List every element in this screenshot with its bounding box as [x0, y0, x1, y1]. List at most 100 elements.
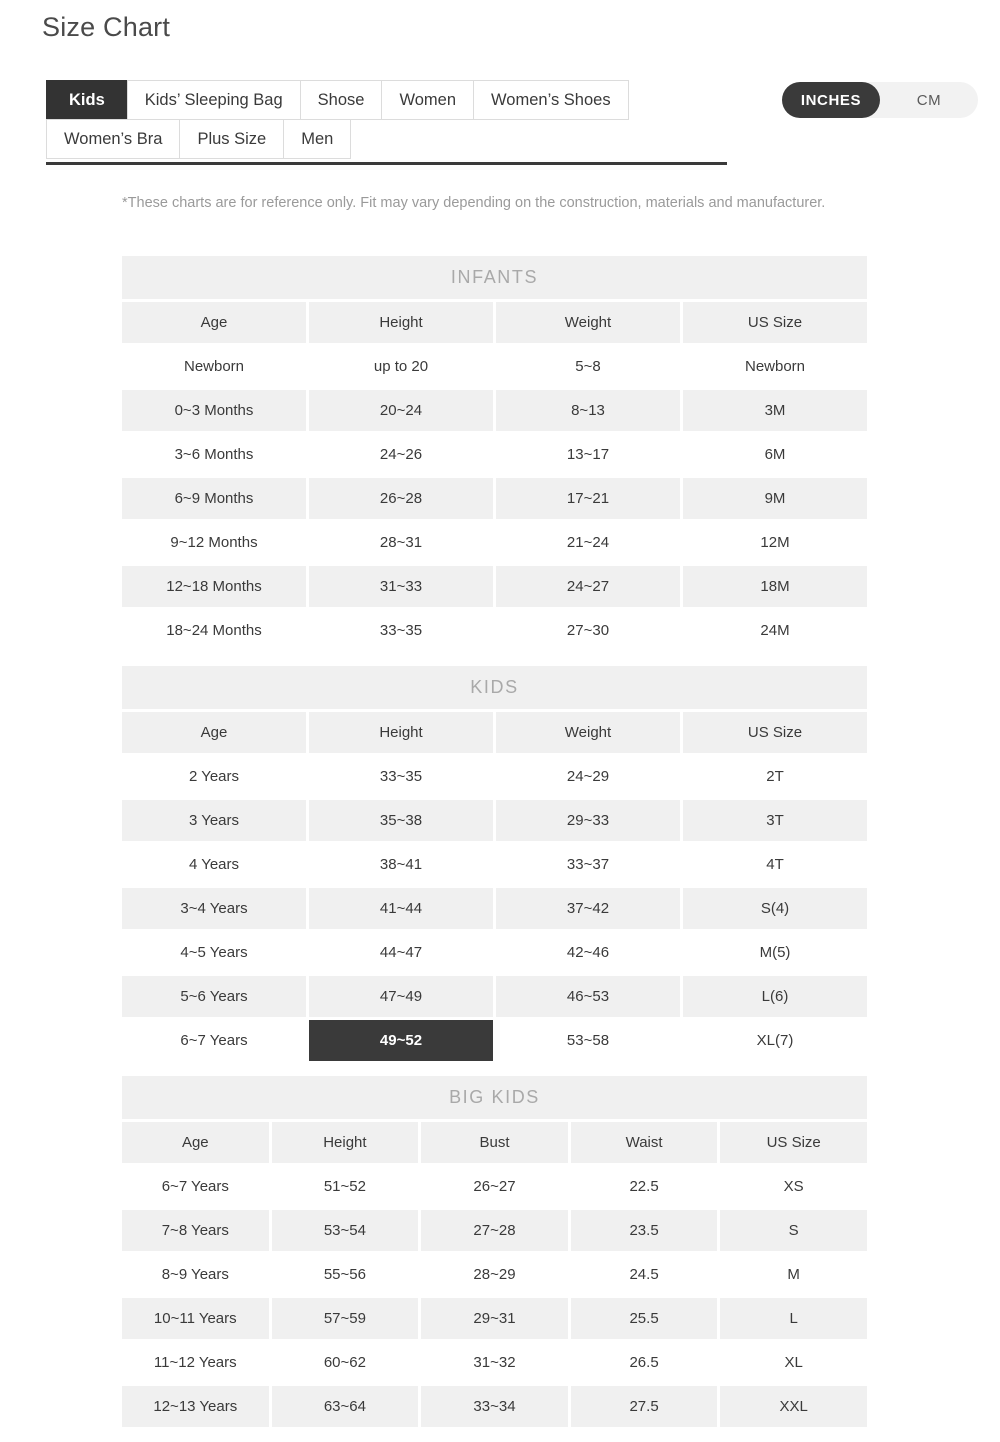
table-cell[interactable]: 33~35 [309, 756, 493, 797]
tab-kids[interactable]: Kids [46, 80, 128, 120]
tab-shose[interactable]: Shose [300, 80, 383, 120]
table-cell[interactable]: 9M [683, 478, 867, 519]
table-cell[interactable]: 17~21 [496, 478, 680, 519]
tab-plus-size[interactable]: Plus Size [179, 119, 284, 159]
table-cell[interactable]: 4 Years [122, 844, 306, 885]
section-title: KIDS [122, 666, 867, 709]
table-cell[interactable]: 24~29 [496, 756, 680, 797]
table-cell[interactable]: XL [720, 1342, 867, 1383]
table-cell[interactable]: XXL [720, 1386, 867, 1427]
table-cell[interactable]: 38~41 [309, 844, 493, 885]
table-cell[interactable]: 5~6 Years [122, 976, 306, 1017]
table-cell[interactable]: 53~58 [496, 1020, 680, 1061]
table-cell[interactable]: 33~34 [421, 1386, 568, 1427]
table-cell[interactable]: 10~11 Years [122, 1298, 269, 1339]
table-cell[interactable]: L(6) [683, 976, 867, 1017]
table-cell[interactable]: 29~33 [496, 800, 680, 841]
table-cell[interactable]: 11~12 Years [122, 1342, 269, 1383]
table-cell[interactable]: 8~13 [496, 390, 680, 431]
tab-women-s-shoes[interactable]: Women’s Shoes [473, 80, 629, 120]
table-cell[interactable]: 24M [683, 610, 867, 651]
table-cell[interactable]: XS [720, 1166, 867, 1207]
table-cell[interactable]: 42~46 [496, 932, 680, 973]
table-cell[interactable]: 29~31 [421, 1298, 568, 1339]
table-cell[interactable]: 24.5 [571, 1254, 718, 1295]
table-cell[interactable]: 2T [683, 756, 867, 797]
unit-option-cm[interactable]: CM [880, 82, 978, 118]
table-cell[interactable]: 22.5 [571, 1166, 718, 1207]
table-cell[interactable]: S [720, 1210, 867, 1251]
table-cell[interactable]: 3M [683, 390, 867, 431]
table-cell[interactable]: 24~27 [496, 566, 680, 607]
table-cell[interactable]: 51~52 [272, 1166, 419, 1207]
table-cell[interactable]: 6~9 Months [122, 478, 306, 519]
table-cell[interactable]: 41~44 [309, 888, 493, 929]
table-cell[interactable]: 20~24 [309, 390, 493, 431]
table-cell[interactable]: 12~18 Months [122, 566, 306, 607]
table-cell[interactable]: 12M [683, 522, 867, 563]
selected-cell[interactable]: 49~52 [309, 1020, 493, 1061]
table-cell[interactable]: 35~38 [309, 800, 493, 841]
table-cell[interactable]: 31~33 [309, 566, 493, 607]
table-cell[interactable]: 18M [683, 566, 867, 607]
table-cell[interactable]: 23.5 [571, 1210, 718, 1251]
table-cell[interactable]: 18~24 Months [122, 610, 306, 651]
table-cell[interactable]: Newborn [683, 346, 867, 387]
tab-women-s-bra[interactable]: Women’s Bra [46, 119, 180, 159]
table-cell[interactable]: 26~27 [421, 1166, 568, 1207]
table-cell[interactable]: 8~9 Years [122, 1254, 269, 1295]
table-cell[interactable]: 24~26 [309, 434, 493, 475]
table-cell[interactable]: 9~12 Months [122, 522, 306, 563]
table-cell[interactable]: 44~47 [309, 932, 493, 973]
tab-women[interactable]: Women [381, 80, 474, 120]
table-cell[interactable]: 60~62 [272, 1342, 419, 1383]
table-cell[interactable]: 3~6 Months [122, 434, 306, 475]
table-cell[interactable]: 57~59 [272, 1298, 419, 1339]
table-cell[interactable]: 5~8 [496, 346, 680, 387]
column-header: Age [122, 302, 306, 343]
table-cell[interactable]: up to 20 [309, 346, 493, 387]
tab-kids-sleeping-bag[interactable]: Kids’ Sleeping Bag [127, 80, 301, 120]
table-cell[interactable]: 12~13 Years [122, 1386, 269, 1427]
table-cell[interactable]: 26~28 [309, 478, 493, 519]
table-cell[interactable]: 28~31 [309, 522, 493, 563]
table-cell[interactable]: 27~28 [421, 1210, 568, 1251]
table-cell[interactable]: 3 Years [122, 800, 306, 841]
table-cell[interactable]: 6~7 Years [122, 1020, 306, 1061]
table-cell[interactable]: 27.5 [571, 1386, 718, 1427]
table-cell[interactable]: 47~49 [309, 976, 493, 1017]
table-cell[interactable]: 7~8 Years [122, 1210, 269, 1251]
table-cell[interactable]: 6M [683, 434, 867, 475]
table-cell[interactable]: 13~17 [496, 434, 680, 475]
table-cell[interactable]: 25.5 [571, 1298, 718, 1339]
table-cell[interactable]: 2 Years [122, 756, 306, 797]
table-cell[interactable]: 0~3 Months [122, 390, 306, 431]
table-cell[interactable]: 3~4 Years [122, 888, 306, 929]
table-cell[interactable]: L [720, 1298, 867, 1339]
table-row: 10~11 Years57~5929~3125.5L [122, 1298, 867, 1339]
table-cell[interactable]: 28~29 [421, 1254, 568, 1295]
table-cell[interactable]: S(4) [683, 888, 867, 929]
table-cell[interactable]: 46~53 [496, 976, 680, 1017]
table-cell[interactable]: Newborn [122, 346, 306, 387]
table-cell[interactable]: 26.5 [571, 1342, 718, 1383]
table-cell[interactable]: 31~32 [421, 1342, 568, 1383]
table-cell[interactable]: 27~30 [496, 610, 680, 651]
table-cell[interactable]: 55~56 [272, 1254, 419, 1295]
table-cell[interactable]: 4T [683, 844, 867, 885]
table-cell[interactable]: 33~35 [309, 610, 493, 651]
table-cell[interactable]: 63~64 [272, 1386, 419, 1427]
table-cell[interactable]: 3T [683, 800, 867, 841]
unit-toggle[interactable]: INCHESCM [782, 82, 978, 118]
table-cell[interactable]: 53~54 [272, 1210, 419, 1251]
table-cell[interactable]: 4~5 Years [122, 932, 306, 973]
table-cell[interactable]: 6~7 Years [122, 1166, 269, 1207]
table-cell[interactable]: M [720, 1254, 867, 1295]
table-cell[interactable]: 33~37 [496, 844, 680, 885]
table-cell[interactable]: 21~24 [496, 522, 680, 563]
table-cell[interactable]: 37~42 [496, 888, 680, 929]
unit-option-inches[interactable]: INCHES [782, 82, 880, 118]
tab-men[interactable]: Men [283, 119, 351, 159]
table-cell[interactable]: XL(7) [683, 1020, 867, 1061]
table-cell[interactable]: M(5) [683, 932, 867, 973]
